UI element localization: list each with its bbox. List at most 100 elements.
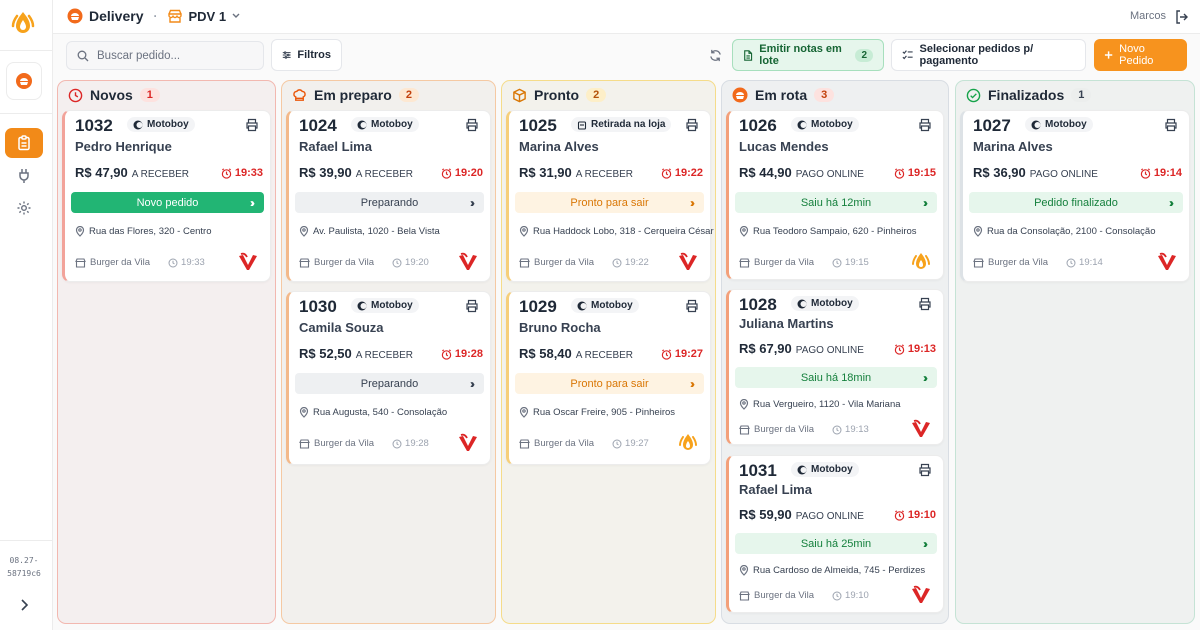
clock-small-icon [392, 258, 402, 267]
printer-icon[interactable] [918, 463, 932, 477]
store-switcher[interactable] [6, 62, 42, 100]
alarm-icon [894, 343, 905, 355]
alarm-icon [894, 167, 905, 179]
status-button[interactable]: Saiu há 12min ›› [735, 192, 937, 213]
search-input[interactable] [97, 49, 247, 62]
delivery-address: Rua Haddock Lobo, 318 - Cerqueira César [519, 226, 714, 237]
search-box[interactable] [66, 41, 264, 70]
status-button[interactable]: Pronto para sair ›› [515, 192, 704, 213]
payment-status: PAGO ONLINE [795, 169, 864, 180]
order-id: 1030 [299, 297, 337, 316]
double-chevron-icon: ›› [923, 536, 928, 551]
order-card[interactable]: 1028 Motoboy Juliana Martins R$ 67,90 PAG… [726, 289, 944, 445]
top-bar: Delivery · PDV 1 Marcos [53, 0, 1200, 34]
clock-icon [68, 88, 83, 103]
search-icon [77, 50, 89, 61]
status-button[interactable]: Novo pedido ›› [71, 192, 264, 213]
pdv-selector[interactable]: PDV 1 [167, 9, 241, 24]
order-card[interactable]: 1026 Motoboy Lucas Mendes R$ 44,90 PAGO O… [726, 110, 944, 280]
clipboard-icon [18, 135, 30, 151]
order-price: R$ 67,90 PAGO ONLINE [739, 341, 864, 356]
store-info: Burger da Vila 19:22 [519, 257, 649, 268]
delivery-type-badge: Motoboy [351, 298, 419, 313]
order-card[interactable]: 1032 Motoboy Pedro Henrique R$ 47,90 A RE… [62, 110, 271, 282]
order-card[interactable]: 1031 Motoboy Rafael Lima R$ 59,90 PAGO ON… [726, 455, 944, 613]
delivery-type-badge: Motoboy [791, 117, 859, 132]
logout-icon[interactable] [1174, 9, 1190, 25]
order-price: R$ 59,90 PAGO ONLINE [739, 507, 864, 522]
map-pin-icon [739, 226, 749, 237]
customer-name: Marina Alves [973, 139, 1053, 154]
refresh-button[interactable] [702, 39, 728, 71]
printer-icon[interactable] [685, 299, 699, 313]
column-title: Em preparo [314, 87, 392, 103]
v-logo-icon [1158, 252, 1176, 270]
toolbar: Filtros Emitir notas em lote 2 Seleciona… [53, 34, 1200, 78]
status-button[interactable]: Saiu há 18min ›› [735, 367, 937, 388]
nav-settings[interactable] [14, 198, 34, 218]
nav-orders[interactable] [5, 128, 43, 158]
brand-logo-icon [11, 12, 35, 33]
order-card[interactable]: 1029 Motoboy Bruno Rocha R$ 58,40 A RECEB… [506, 291, 711, 465]
printer-icon[interactable] [465, 299, 479, 313]
customer-name: Camila Souza [299, 320, 384, 335]
emit-notes-label: Emitir notas em lote [759, 43, 842, 67]
status-button[interactable]: Saiu há 25min ›› [735, 533, 937, 554]
order-card[interactable]: 1025 Retirada na loja Marina Alves R$ 31… [506, 110, 714, 282]
delivery-address: Av. Paulista, 1020 - Bela Vista [299, 226, 440, 237]
nav-integrations[interactable] [14, 166, 34, 186]
order-price: R$ 39,90 A RECEBER [299, 165, 414, 180]
order-card[interactable]: 1024 Motoboy Rafael Lima R$ 39,90 A RECEB… [286, 110, 491, 282]
order-time: 19:14 [1140, 167, 1182, 179]
store-icon [739, 424, 750, 435]
printer-icon[interactable] [245, 118, 259, 132]
alarm-icon [661, 167, 672, 179]
select-payment-button[interactable]: Selecionar pedidos p/ pagamento [891, 39, 1086, 71]
payment-status: A RECEBER [575, 169, 634, 180]
customer-name: Pedro Henrique [75, 139, 172, 154]
new-order-button[interactable]: Novo Pedido [1094, 39, 1187, 71]
chef-hat-icon [292, 88, 307, 103]
store-info: Burger da Vila 19:20 [299, 257, 429, 268]
expand-sidebar-button[interactable] [15, 596, 33, 614]
flame-logo-icon [912, 253, 930, 269]
printer-icon[interactable] [685, 118, 699, 132]
column-title: Novos [90, 87, 133, 103]
user-name[interactable]: Marcos [1130, 10, 1166, 22]
clock-small-icon [612, 439, 622, 448]
delivery-type-badge: Motoboy [351, 117, 419, 132]
motoboy-icon [133, 120, 143, 129]
order-price: R$ 52,50 A RECEBER [299, 346, 414, 361]
store-info: Burger da Vila 19:10 [739, 590, 869, 601]
order-card[interactable]: 1030 Motoboy Camila Souza R$ 52,50 A RECE… [286, 291, 491, 465]
printer-icon[interactable] [918, 118, 932, 132]
delivery-address: Rua Vergueiro, 1120 - Vila Mariana [739, 399, 901, 410]
v-logo-icon [239, 252, 257, 270]
store-icon [739, 590, 750, 601]
filter-icon [282, 51, 291, 59]
filters-button[interactable]: Filtros [271, 39, 342, 71]
clock-small-icon [1066, 258, 1076, 267]
status-button[interactable]: Preparando ›› [295, 373, 484, 394]
emit-notes-button[interactable]: Emitir notas em lote 2 [732, 39, 884, 71]
status-button[interactable]: Pronto para sair ›› [515, 373, 704, 394]
status-button[interactable]: Preparando ›› [295, 192, 484, 213]
scooter-icon [732, 87, 748, 103]
order-time: 19:22 [661, 167, 703, 179]
double-chevron-icon: ›› [690, 376, 695, 391]
payment-status: A RECEBER [355, 169, 414, 180]
select-payment-label: Selecionar pedidos p/ pagamento [919, 43, 1034, 67]
side-rail: 08.27- 58719c6 [0, 0, 53, 630]
store-info: Burger da Vila 19:14 [973, 257, 1103, 268]
customer-name: Juliana Martins [739, 316, 834, 331]
column-title: Pronto [534, 87, 580, 103]
printer-icon[interactable] [918, 297, 932, 311]
order-price: R$ 36,90 PAGO ONLINE [973, 165, 1098, 180]
store-avatar-icon [16, 73, 32, 89]
double-chevron-icon: ›› [470, 376, 475, 391]
printer-icon[interactable] [1164, 118, 1178, 132]
status-button[interactable]: Pedido finalizado ›› [969, 192, 1183, 213]
order-card[interactable]: 1027 Motoboy Marina Alves R$ 36,90 PAGO O… [960, 110, 1190, 282]
printer-icon[interactable] [465, 118, 479, 132]
store-icon [299, 257, 310, 268]
